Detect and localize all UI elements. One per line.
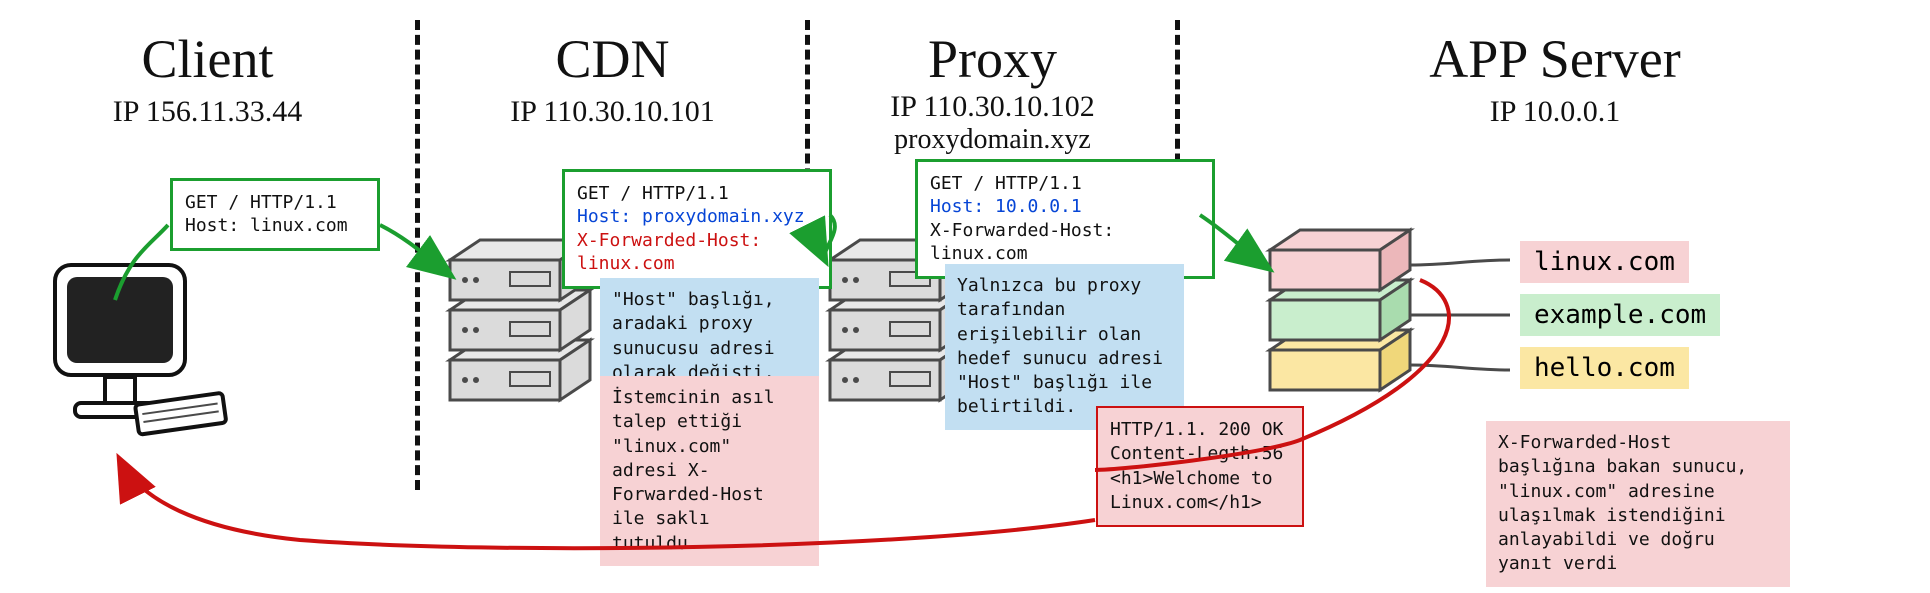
diagram-stage: Client IP 156.11.33.44 CDN IP 110.30.10.… [0,0,1930,593]
arrow-layer [0,0,1930,593]
